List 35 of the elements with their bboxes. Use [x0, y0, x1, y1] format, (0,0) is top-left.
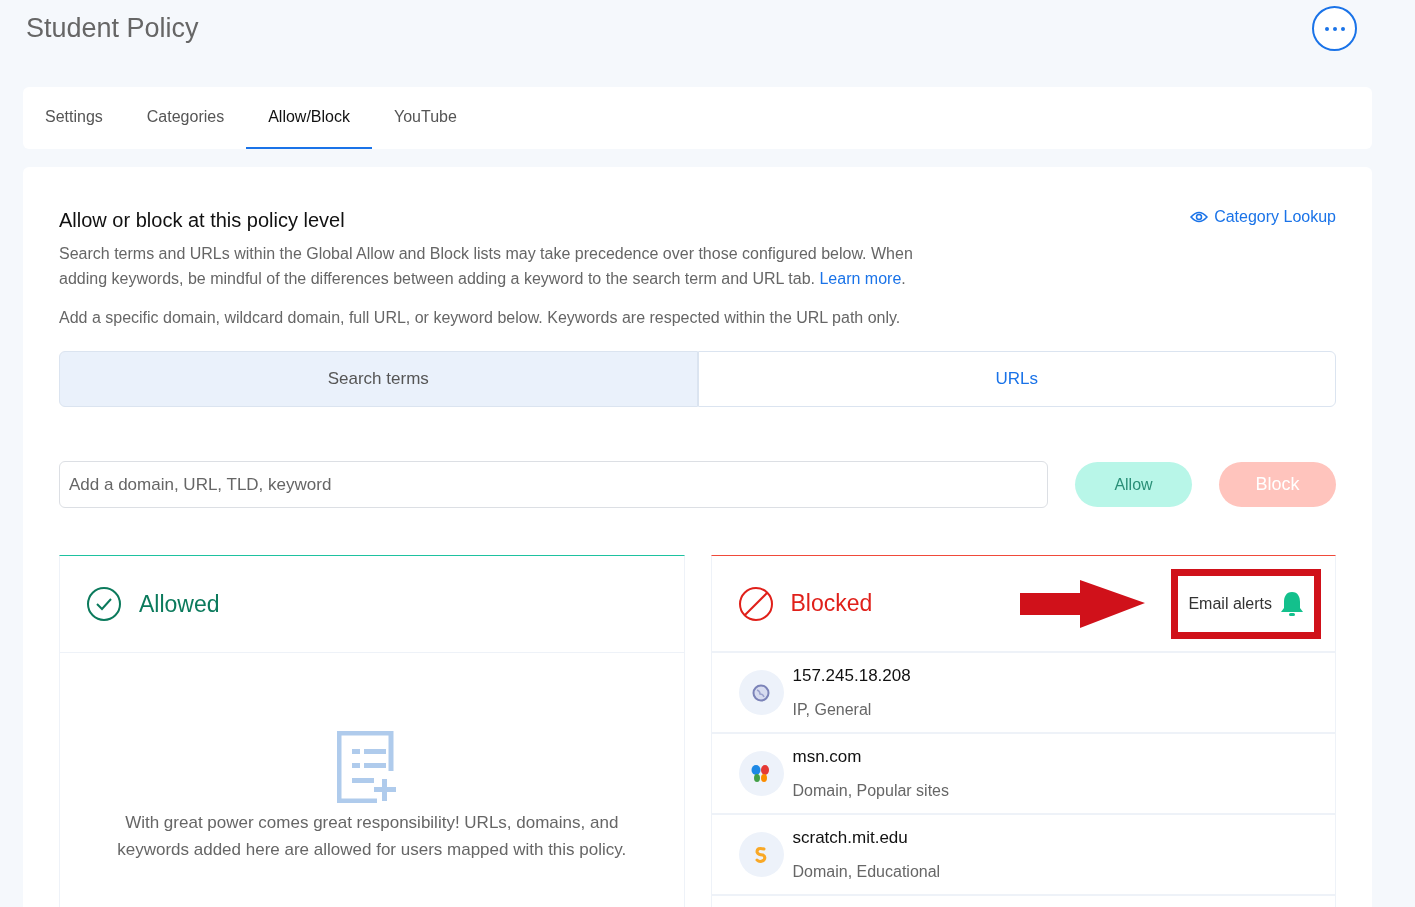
entry-field[interactable]: Add a domain, URL, TLD, keyword — [59, 461, 1048, 508]
scratch-logo-icon — [754, 845, 768, 864]
tab[interactable]: YouTube — [372, 87, 479, 149]
more-options-button[interactable] — [1312, 6, 1357, 51]
entry-name: scratch.mit.edu — [792, 827, 909, 850]
description-text: Search terms and URLs within the Global Allow and Block lists may take precedence over those configured below. When adding keywords, be mindful of the differences between adding a keyword to the search term and URL tab. Learn more. — [59, 244, 914, 289]
blocked-title: Blocked — [790, 589, 873, 619]
mode-tab[interactable]: Search terms — [59, 351, 698, 407]
butterfly-icon — [750, 762, 772, 785]
globe-icon — [752, 683, 770, 702]
entry-detail: IP, General — [792, 699, 873, 720]
hint-text: Add a specific domain, wildcard domain, full URL, or keyword below. Keywords are respected within the URL path only. — [59, 308, 902, 328]
category-lookup-link[interactable]: Category Lookup — [1190, 205, 1336, 229]
tab[interactable]: Allow/Block — [246, 87, 372, 149]
email-alerts-button[interactable]: Email alerts — [1188, 590, 1304, 617]
section-heading: Allow or block at this policy level — [59, 208, 345, 233]
page-title: Student Policy — [26, 12, 199, 45]
allowed-title: Allowed — [139, 589, 220, 619]
check-circle-icon — [86, 586, 122, 622]
blocked-item[interactable]: scratch.mit.edu Domain, Educational — [711, 815, 1335, 896]
entry-name: msn.com — [792, 746, 863, 769]
entry-detail: Domain, Popular sites — [792, 780, 949, 801]
tab[interactable]: Settings — [23, 87, 125, 149]
eye-icon — [1190, 211, 1209, 223]
entry-detail: Domain, Educational — [792, 861, 941, 882]
prohibited-icon — [737, 585, 774, 622]
blocked-item[interactable]: 157.245.18.208 IP, General — [711, 653, 1335, 734]
empty-state-text: With great power comes great responsibility! URLs, domains, and keywords added here are allowed for users mapped with this policy. — [116, 812, 628, 861]
blocked-item[interactable]: msn.com Domain, Popular sites — [711, 734, 1335, 815]
tab[interactable]: Categories — [124, 87, 247, 149]
bell-icon — [1280, 590, 1304, 617]
mode-tab[interactable]: URLs — [697, 351, 1336, 407]
learn-more-link[interactable]: Learn more — [819, 270, 902, 287]
entry-name: 157.245.18.208 — [792, 665, 911, 688]
arrow-icon — [1020, 579, 1146, 628]
